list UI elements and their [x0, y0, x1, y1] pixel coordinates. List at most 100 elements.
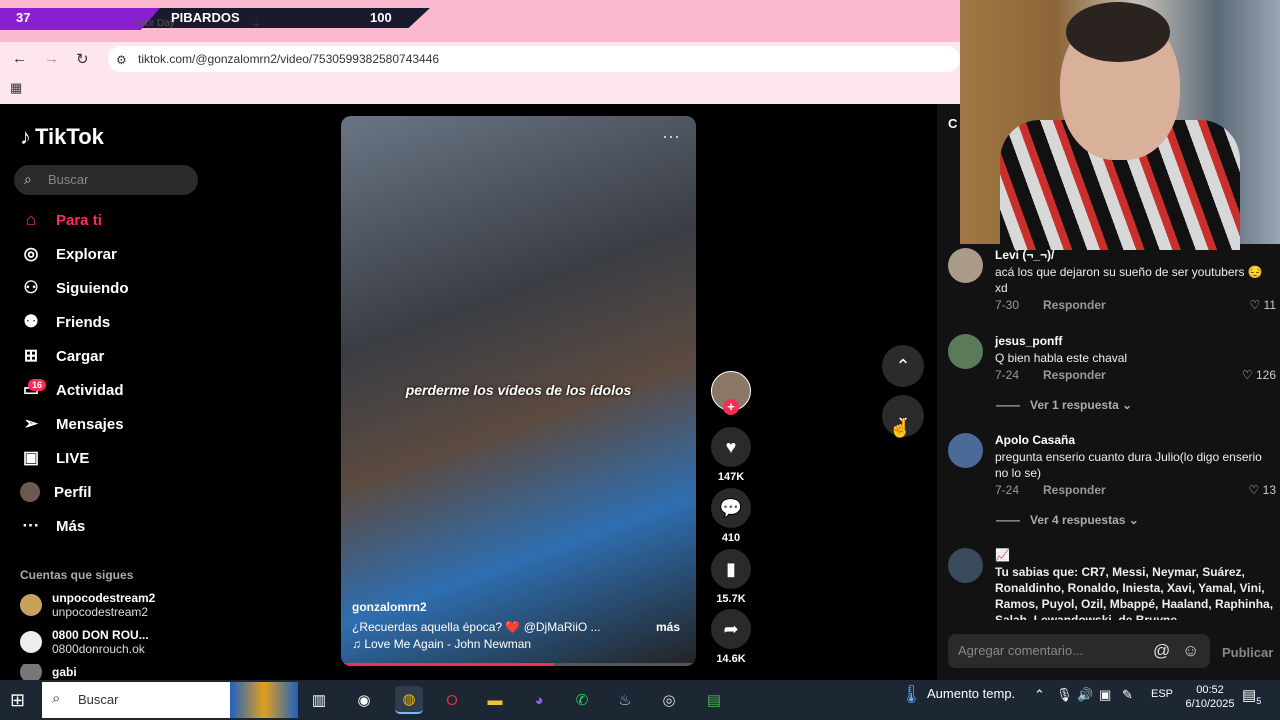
tiktok-logo[interactable]: ♪ TikTok: [20, 124, 104, 150]
comments-header: C: [948, 116, 958, 131]
volume-icon[interactable]: 🔊: [1077, 687, 1093, 703]
bookmark-icon: ▮: [711, 549, 751, 589]
overlay-max: 100: [370, 10, 392, 25]
comment-like-button[interactable]: ♡ 13: [1249, 483, 1276, 497]
upload-icon: ⊞: [23, 346, 39, 365]
heart-icon: ♥: [711, 427, 751, 467]
comment-item: Levi (¬_¬)/ acá los que dejaron su sueño…: [948, 248, 1278, 314]
overlay-level: 37: [16, 10, 31, 25]
avatar[interactable]: [948, 433, 983, 468]
app-green-icon[interactable]: ▤: [700, 686, 728, 714]
video-description: ¿Recuerdas aquella época? ❤️ @DjMaRiiO .…: [352, 620, 601, 634]
followed-account[interactable]: 0800 DON ROU... 0800donrouch.ok: [20, 628, 149, 656]
reply-button[interactable]: Responder: [1043, 483, 1106, 497]
sidebar-item-para-ti[interactable]: ⌂ Para ti: [20, 207, 102, 233]
sidebar-item-siguiendo[interactable]: ⚇ Siguiendo: [20, 275, 128, 301]
chevron-up-icon[interactable]: ⌃: [1034, 687, 1045, 703]
video-author[interactable]: gonzalomrn2: [352, 600, 427, 614]
windows-start-icon[interactable]: ⊞: [10, 690, 25, 711]
sidebar-item-live[interactable]: ▣ LIVE: [20, 445, 89, 471]
back-icon[interactable]: ←: [12, 50, 27, 67]
folder-icon[interactable]: ▬: [481, 686, 509, 714]
home-icon: ⌂: [25, 210, 37, 229]
webcam-person-hair: [1066, 2, 1170, 62]
more-dots-icon: ···: [22, 516, 40, 535]
search-input[interactable]: Buscar: [14, 165, 198, 195]
avatar: [20, 631, 42, 653]
pen-icon[interactable]: ✎: [1122, 687, 1133, 703]
comment-like-button[interactable]: ♡ 126: [1242, 368, 1276, 382]
publish-button[interactable]: Publicar: [1222, 645, 1273, 660]
steam-icon[interactable]: ♨: [611, 686, 639, 714]
video-subtitle: perderme los vídeos de los ídolos: [405, 382, 632, 398]
site-info-icon[interactable]: ⚙: [116, 53, 127, 67]
search-icon: ⌕: [52, 690, 61, 707]
share-icon: ➦: [711, 609, 751, 649]
notifications-icon[interactable]: ▤5: [1242, 686, 1261, 706]
comment-item: 📈 Tu sabias que: CR7, Messi, Neymar, Suá…: [948, 548, 1278, 620]
comment-like-button[interactable]: ♡ 11: [1249, 298, 1276, 312]
sidebar-item-explorar[interactable]: ◎ Explorar: [20, 241, 117, 267]
followed-account[interactable]: gabi: [20, 664, 77, 680]
avatar: [20, 664, 42, 680]
view-replies-button[interactable]: —— Ver 4 respuestas ⌄: [996, 513, 1139, 527]
comment-button[interactable]: 💬 410: [711, 488, 751, 544]
obs-icon[interactable]: ◎: [655, 686, 683, 714]
comment-item: Apolo Casaña pregunta enserio cuanto dur…: [948, 433, 1278, 499]
save-button[interactable]: ▮ 15.7K: [711, 549, 751, 605]
network-icon[interactable]: ▣: [1099, 687, 1111, 703]
search-highlight-image: [230, 682, 298, 718]
live-icon: ▣: [22, 448, 40, 467]
mouse-cursor-icon: ☝: [889, 418, 912, 438]
share-button[interactable]: ➦ 14.6K: [711, 609, 751, 665]
mention-icon[interactable]: @: [1153, 641, 1170, 661]
reload-icon[interactable]: ↻: [76, 50, 89, 68]
microphone-icon[interactable]: 🎙: [1056, 687, 1073, 703]
sidebar-item-friends[interactable]: ⚉ Friends: [20, 309, 110, 335]
video-more-link[interactable]: más: [656, 620, 680, 634]
clock[interactable]: 00:52 6/10/2025: [1180, 683, 1240, 711]
comment-icon: 💬: [711, 488, 751, 528]
followed-account[interactable]: unpocodestream2 unpocodestream2: [20, 591, 155, 619]
weather-icon[interactable]: 🌡: [900, 684, 923, 705]
video-progress[interactable]: [341, 663, 696, 666]
compass-icon: ◎: [23, 244, 39, 263]
avatar: [20, 594, 42, 616]
language-indicator[interactable]: ESP: [1151, 688, 1173, 700]
video-music[interactable]: ♫ Love Me Again - John Newman: [352, 637, 531, 651]
send-icon: ➢: [23, 414, 39, 433]
discord-icon[interactable]: ◕: [525, 686, 553, 714]
whatsapp-icon[interactable]: ✆: [568, 686, 596, 714]
forward-icon[interactable]: →: [44, 50, 59, 67]
video-player[interactable]: ··· perderme los vídeos de los ídolos go…: [341, 116, 696, 666]
sidebar-item-mas[interactable]: ··· Más: [20, 513, 86, 539]
follow-plus-icon[interactable]: +: [723, 399, 739, 415]
reply-button[interactable]: Responder: [1043, 298, 1106, 312]
bookmarks-bar: [0, 76, 960, 104]
reply-button[interactable]: Responder: [1043, 368, 1106, 382]
search-icon: ⌕: [24, 171, 32, 187]
opera-icon[interactable]: O: [438, 686, 466, 714]
avatar[interactable]: [948, 248, 983, 283]
app-icon[interactable]: ◉: [350, 686, 378, 714]
new-tab-button[interactable]: +: [252, 16, 260, 32]
sidebar-item-cargar[interactable]: ⊞ Cargar: [20, 343, 104, 369]
avatar[interactable]: [948, 334, 983, 369]
avatar[interactable]: [948, 548, 983, 583]
chrome-icon[interactable]: ◍: [395, 686, 423, 714]
video-menu-icon[interactable]: ···: [662, 126, 680, 147]
following-icon: ⚇: [23, 278, 39, 297]
sidebar-item-mensajes[interactable]: ➢ Mensajes: [20, 411, 124, 437]
comment-input[interactable]: Agregar comentario...: [948, 634, 1210, 668]
task-view-icon[interactable]: ▥: [305, 686, 333, 714]
activity-badge: 16: [28, 379, 47, 391]
weather-text[interactable]: Aumento temp.: [927, 686, 1015, 701]
view-replies-button[interactable]: —— Ver 1 respuesta ⌄: [996, 398, 1132, 412]
url-text[interactable]: tiktok.com/@gonzalomrn2/video/7530599382…: [138, 52, 439, 66]
like-button[interactable]: ♥ 147K: [711, 427, 751, 483]
browser-tab[interactable]: Your Day: [120, 16, 260, 36]
apps-grid-icon[interactable]: ▦: [10, 80, 22, 96]
emoji-icon[interactable]: ☺: [1182, 641, 1199, 661]
prev-video-button[interactable]: ⌃: [882, 345, 924, 387]
sidebar-item-perfil[interactable]: Perfil: [20, 479, 92, 505]
